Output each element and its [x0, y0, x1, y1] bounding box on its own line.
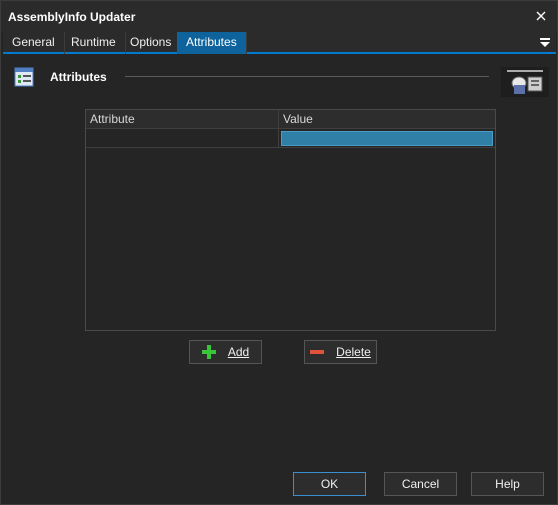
close-icon [536, 11, 546, 21]
attributes-grid[interactable]: Attribute Value [85, 109, 496, 331]
list-icon [14, 67, 34, 87]
window-title: AssemblyInfo Updater [8, 10, 136, 24]
close-button[interactable] [531, 6, 551, 26]
table-row[interactable] [86, 129, 495, 148]
cancel-button[interactable]: Cancel [384, 472, 457, 496]
column-header-attribute[interactable]: Attribute [86, 110, 279, 129]
tab-strip: General Runtime Options Attributes [3, 32, 556, 54]
section-title: Attributes [50, 70, 107, 84]
menu-icon[interactable] [538, 35, 552, 49]
add-button-label: Add [227, 345, 250, 359]
tab-options[interactable]: Options [121, 32, 182, 54]
column-header-value[interactable]: Value [279, 110, 495, 129]
title-bar: AssemblyInfo Updater [1, 1, 557, 32]
automise-logo [501, 67, 549, 97]
ok-button[interactable]: OK [293, 472, 366, 496]
delete-button[interactable]: Delete [304, 340, 377, 364]
value-cell[interactable] [281, 131, 493, 146]
delete-button-label: Delete [336, 345, 371, 359]
add-button[interactable]: Add [189, 340, 262, 364]
tab-runtime[interactable]: Runtime [62, 32, 126, 54]
help-button[interactable]: Help [471, 472, 544, 496]
tab-general[interactable]: General [3, 32, 65, 54]
minus-icon [310, 350, 325, 354]
grid-header: Attribute Value [86, 110, 495, 129]
tab-attributes[interactable]: Attributes [177, 32, 247, 54]
dialog-window: AssemblyInfo Updater General Runtime Opt… [0, 0, 558, 505]
attribute-cell[interactable] [86, 129, 279, 147]
plus-icon [201, 345, 216, 359]
section-divider [125, 76, 489, 77]
